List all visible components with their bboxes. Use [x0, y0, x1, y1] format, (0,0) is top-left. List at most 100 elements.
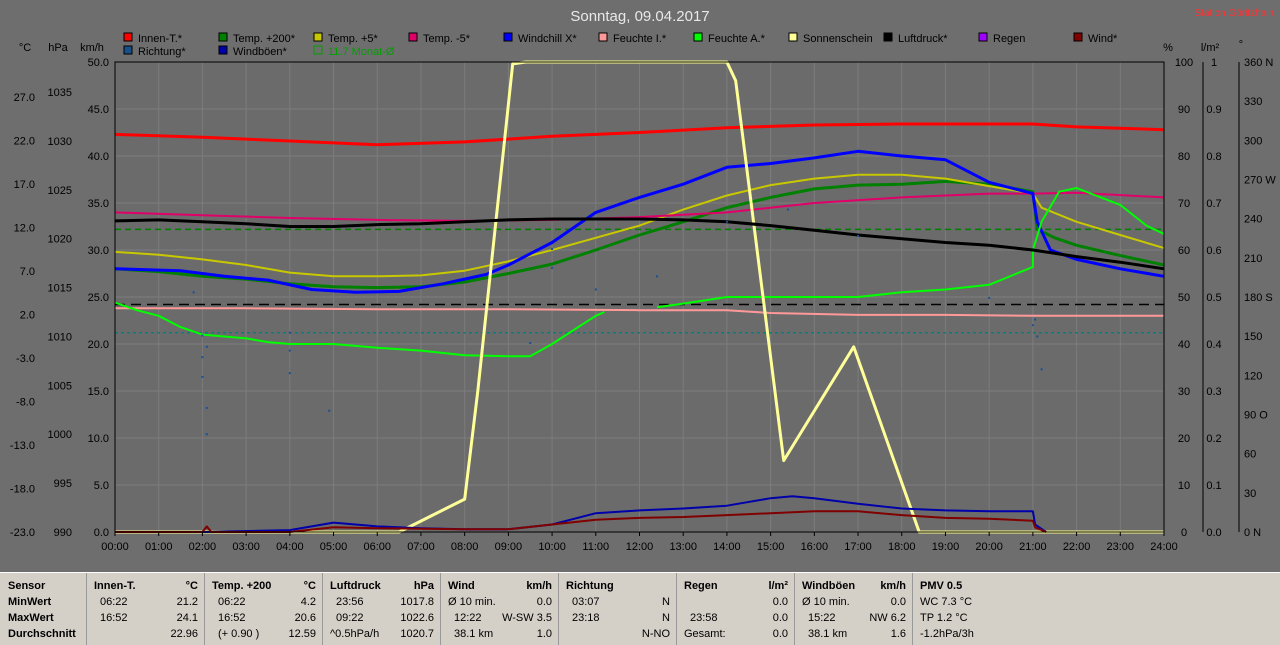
lm2-tick-label: 0.8 [1206, 151, 1221, 163]
x-tick-label: 01:00 [145, 541, 173, 553]
innen-avg-value: 22.96 [170, 628, 198, 640]
regen-total-value: 0.0 [772, 628, 788, 640]
x-tick-label: 15:00 [757, 541, 785, 553]
direction-point [1034, 318, 1037, 321]
direction-point [725, 220, 728, 223]
wind-max-value: W-SW 3.5 [502, 612, 552, 624]
direction-point [288, 331, 291, 334]
celsius-tick-label: -23.0 [10, 527, 35, 539]
kmh-tick-label: 10.0 [88, 433, 109, 445]
celsius-tick-label: 22.0 [14, 136, 35, 148]
legend-swatch [693, 32, 703, 42]
direction-point [1031, 324, 1034, 327]
celsius-tick-label: 2.0 [20, 310, 35, 322]
lm2-tick-label: 0.3 [1206, 386, 1221, 398]
wind-min-value: 0.0 [536, 596, 552, 608]
hpa-tick-label: 995 [54, 478, 72, 490]
direction-point [594, 288, 597, 291]
innen-min-value: 21.2 [176, 596, 198, 608]
richtung-min-value: N [662, 596, 670, 608]
regen-total-label: Gesamt: [684, 628, 726, 640]
legend-swatch [503, 32, 513, 42]
percent-tick-label: 30 [1178, 386, 1190, 398]
boeen-min-value: 0.0 [890, 596, 906, 608]
x-tick-label: 03:00 [232, 541, 260, 553]
kmh-tick-label: 40.0 [88, 151, 109, 163]
direction-point [1040, 368, 1043, 371]
wind-avg-value: 1.0 [536, 628, 552, 640]
legend-label: Feuchte A.* [708, 33, 766, 45]
temp-max-value: 20.6 [294, 612, 316, 624]
direction-point [551, 266, 554, 269]
innen-max-value: 24.1 [176, 612, 198, 624]
kmh-tick-label: 5.0 [94, 480, 109, 492]
legend-swatch [883, 32, 893, 42]
celsius-tick-label: -18.0 [10, 484, 35, 496]
hpa-tick-label: 1000 [48, 429, 72, 441]
richtung-max-value: N [662, 612, 670, 624]
lm2-tick-label: 0.9 [1206, 104, 1221, 116]
deg-tick-label: 240 [1244, 214, 1262, 226]
x-tick-label: 07:00 [407, 541, 435, 553]
x-tick-label: 21:00 [1019, 541, 1047, 553]
x-tick-label: 24:00 [1150, 541, 1178, 553]
pmv-column: PMV 0.5 WC 7.3 °C TP 1.2 °C -1.2hPa/3h [913, 573, 1033, 645]
legend-swatch [123, 32, 133, 42]
legend-swatch [978, 32, 988, 42]
x-tick-label: 11:00 [582, 541, 609, 553]
legend-label: Richtung* [138, 46, 186, 58]
boeen-avg-value: 1.6 [890, 628, 906, 640]
luftdruck-column: Luftdruck hPa 23:56 1017.8 09:22 1022.6 … [323, 573, 441, 645]
x-tick-label: 22:00 [1063, 541, 1091, 553]
regen-min-value: 0.0 [772, 596, 788, 608]
hpa-tick-label: 1020 [48, 234, 72, 246]
station-name: Station Göritzhain [1195, 8, 1275, 19]
temp-max-time: 16:52 [218, 612, 246, 624]
row-label-avg: Durchschnitt [8, 628, 76, 640]
innen-max-time: 16:52 [100, 612, 128, 624]
wind-distance: 38.1 km [454, 628, 494, 640]
x-tick-label: 14:00 [713, 541, 741, 553]
direction-point [1036, 335, 1039, 338]
luftdruck-min-time: 23:56 [336, 596, 364, 608]
percent-unit-label: % [1163, 42, 1173, 54]
innen-min-time: 06:22 [100, 596, 128, 608]
percent-tick-label: 60 [1178, 245, 1190, 257]
percent-tick-label: 0 [1181, 527, 1187, 539]
luftdruck-min-value: 1017.8 [400, 596, 434, 608]
percent-tick-label: 50 [1178, 292, 1190, 304]
direction-point [205, 345, 208, 348]
celsius-tick-label: -8.0 [16, 397, 35, 409]
luftdruck-avg-value: 1020.7 [400, 628, 434, 640]
x-tick-label: 16:00 [801, 541, 829, 553]
row-label-min: MinWert [8, 596, 52, 608]
luftdruck-max-time: 09:22 [336, 612, 364, 624]
lm2-tick-label: 0.0 [1206, 527, 1221, 539]
x-tick-label: 05:00 [320, 541, 348, 553]
x-tick-label: 13:00 [669, 541, 697, 553]
x-tick-label: 19:00 [932, 541, 960, 553]
legend-swatch [218, 45, 228, 55]
regen-unit: l/m² [768, 580, 788, 592]
stats-table: Sensor MinWert MaxWert Durchschnitt Inne… [0, 572, 1280, 645]
legend-label: Innen-T.* [138, 33, 183, 45]
legend-label: Temp. +5* [328, 33, 379, 45]
hpa-tick-label: 990 [54, 527, 72, 539]
deg-tick-label: 270 W [1244, 175, 1276, 187]
percent-tick-label: 70 [1178, 198, 1190, 210]
percent-tick-label: 80 [1178, 151, 1190, 163]
celsius-tick-label: 12.0 [14, 223, 35, 235]
deg-tick-label: 330 [1244, 96, 1262, 108]
direction-point [655, 275, 658, 278]
legend-label: Sonnenschein [803, 33, 873, 45]
kmh-tick-label: 15.0 [88, 386, 109, 398]
richtung-min-time: 03:07 [572, 596, 600, 608]
kmh-tick-label: 50.0 [88, 57, 109, 69]
direction-point [201, 356, 204, 359]
legend-swatch [788, 32, 798, 42]
pmv-header: PMV 0.5 [920, 580, 963, 592]
boeen-column: Windböen km/h Ø 10 min. 0.0 15:22 NW 6.2… [795, 573, 913, 645]
legend-label: Regen [993, 33, 1025, 45]
deg-tick-label: 150 [1244, 331, 1262, 343]
kmh-tick-label: 20.0 [88, 339, 109, 351]
